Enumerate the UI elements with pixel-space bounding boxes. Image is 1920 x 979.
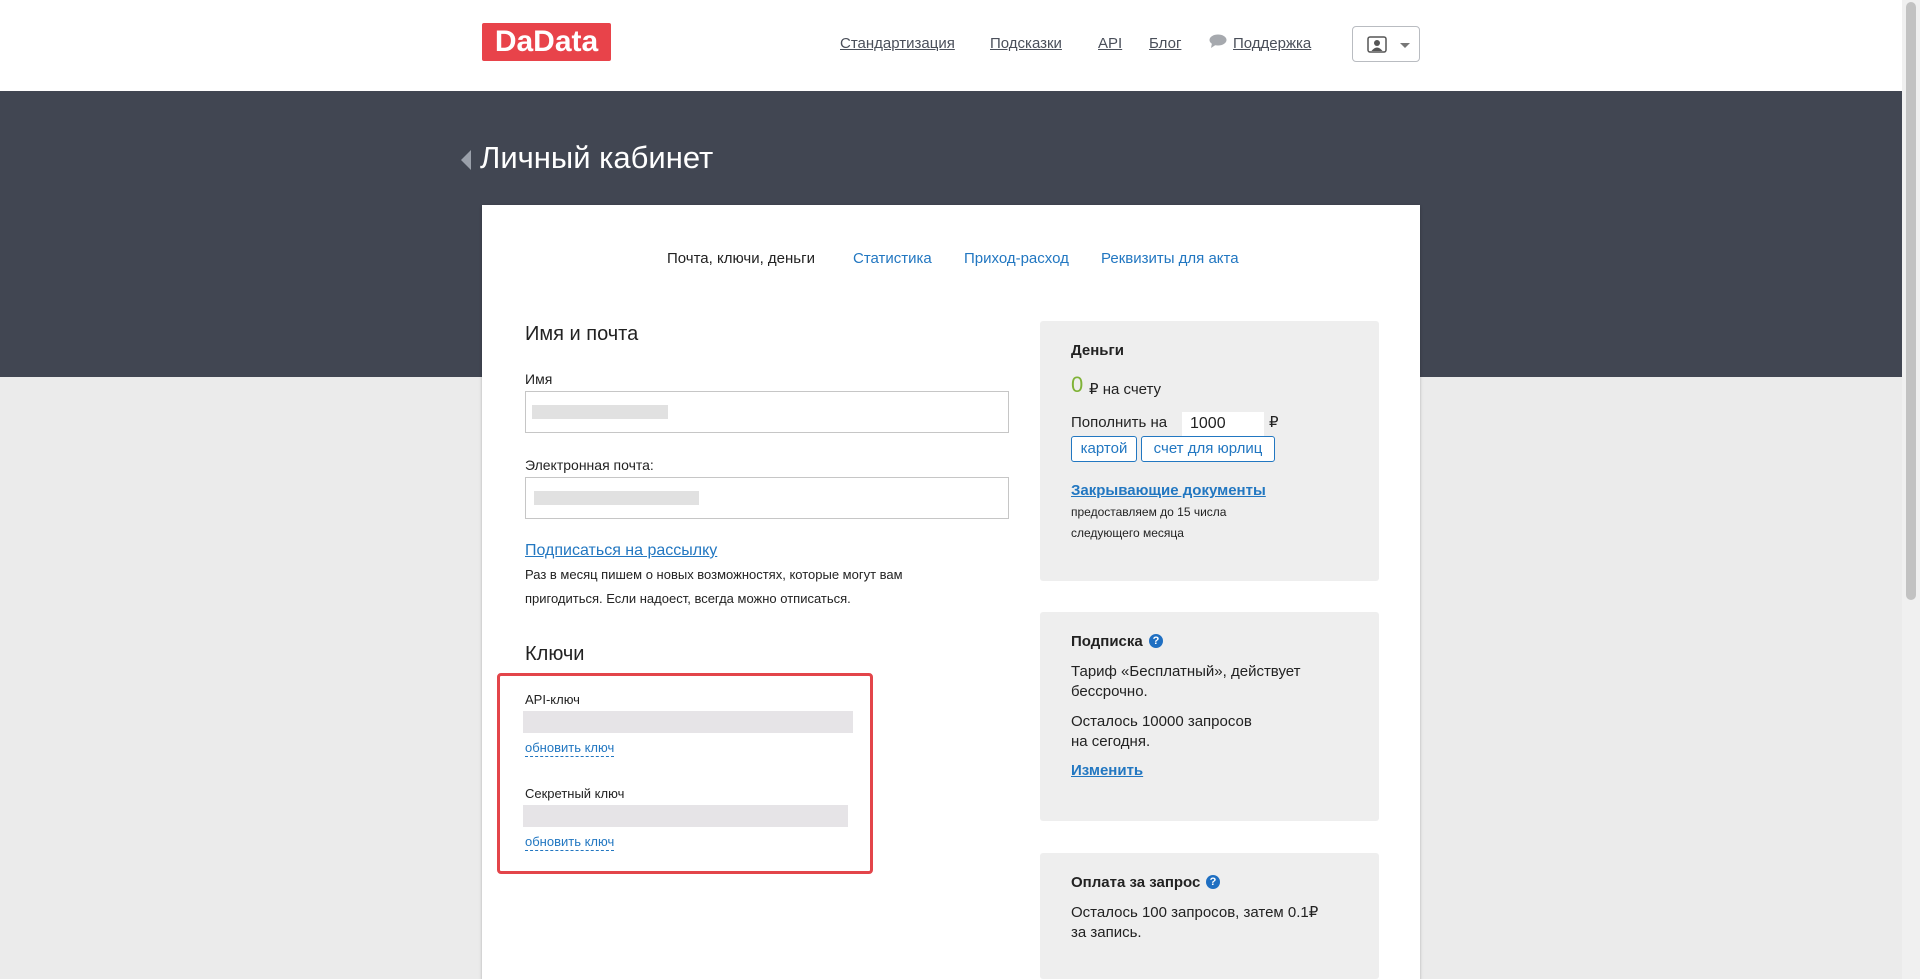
api-key-label: API-ключ [525, 692, 580, 707]
user-menu-button[interactable] [1352, 26, 1420, 62]
per-request-text-1: Осталось 100 запросов, затем 0.1₽ [1071, 904, 1319, 921]
subscription-help-icon[interactable]: ? [1149, 634, 1163, 648]
nav-api-link[interactable]: API [1098, 35, 1122, 52]
email-label: Электронная почта: [525, 457, 654, 473]
redacted-name [532, 405, 668, 419]
balance-suffix: ₽ на счету [1089, 381, 1162, 398]
profile-heading: Имя и почта [525, 323, 639, 345]
docs-note-1: предоставляем до 15 числа [1071, 505, 1227, 519]
per-request-text-2: за запись. [1071, 924, 1142, 941]
nav-blog-link[interactable]: Блог [1149, 35, 1181, 52]
nav-standardization-link[interactable]: Стандартизация [840, 35, 955, 52]
page-title: Личный кабинет [480, 140, 714, 175]
tariff-text-1: Тариф «Бесплатный», действует [1071, 663, 1301, 680]
remaining-text-1: Осталось 10000 запросов [1071, 713, 1252, 730]
top-header: DaData Стандартизация Подсказки API Блог… [0, 0, 1902, 91]
money-title: Деньги [1071, 342, 1124, 359]
change-tariff-link[interactable]: Изменить [1071, 762, 1143, 779]
redacted-secret-key [523, 805, 848, 827]
pay-by-card-button[interactable]: картой [1071, 436, 1137, 462]
per-request-title: Оплата за запрос [1071, 874, 1201, 891]
nav-suggestions-link[interactable]: Подсказки [990, 35, 1062, 52]
subscribe-note-1: Раз в месяц пишем о новых возможностях, … [525, 567, 903, 582]
docs-note-2: следующего месяца [1071, 526, 1184, 540]
tariff-text-2: бессрочно. [1071, 683, 1148, 700]
invoice-button[interactable]: счет для юрлиц [1141, 436, 1275, 462]
refresh-secret-key-link[interactable]: обновить ключ [525, 834, 615, 851]
balance-value: 0 [1071, 372, 1084, 397]
refresh-api-key-link[interactable]: обновить ключ [525, 740, 615, 757]
tab-mail-keys-money[interactable]: Почта, ключи, деньги [667, 250, 815, 267]
topup-amount-input[interactable]: 1000 [1182, 412, 1264, 436]
keys-heading: Ключи [525, 643, 585, 665]
subscribe-note-2: пригодиться. Если надоест, всегда можно … [525, 591, 851, 606]
topup-label: Пополнить на [1071, 414, 1168, 431]
redacted-api-key [523, 711, 853, 733]
redacted-email [534, 491, 699, 505]
user-avatar-icon [1367, 36, 1387, 53]
speech-bubble-icon [1209, 34, 1227, 48]
tab-income-expense[interactable]: Приход-расход [964, 250, 1069, 267]
currency-sign: ₽ [1269, 414, 1279, 431]
logo[interactable]: DaData [482, 23, 611, 61]
page-scrollbar[interactable] [1902, 0, 1920, 979]
name-label: Имя [525, 371, 553, 387]
back-arrow-icon[interactable] [461, 150, 471, 170]
scrollbar-thumb[interactable] [1906, 2, 1916, 600]
tab-statistics[interactable]: Статистика [853, 250, 932, 267]
remaining-text-2: на сегодня. [1071, 733, 1151, 750]
name-field[interactable] [525, 391, 1009, 433]
per-request-help-icon[interactable]: ? [1206, 875, 1220, 889]
secret-key-label: Секретный ключ [525, 786, 625, 801]
subscription-title: Подписка [1071, 633, 1143, 650]
nav-support-link[interactable]: Поддержка [1233, 35, 1311, 52]
subscribe-link[interactable]: Подписаться на рассылку [525, 542, 717, 560]
chevron-down-icon [1400, 43, 1410, 48]
tab-act-details[interactable]: Реквизиты для акта [1101, 250, 1239, 267]
email-field[interactable] [525, 477, 1009, 519]
closing-documents-link[interactable]: Закрывающие документы [1071, 482, 1266, 499]
